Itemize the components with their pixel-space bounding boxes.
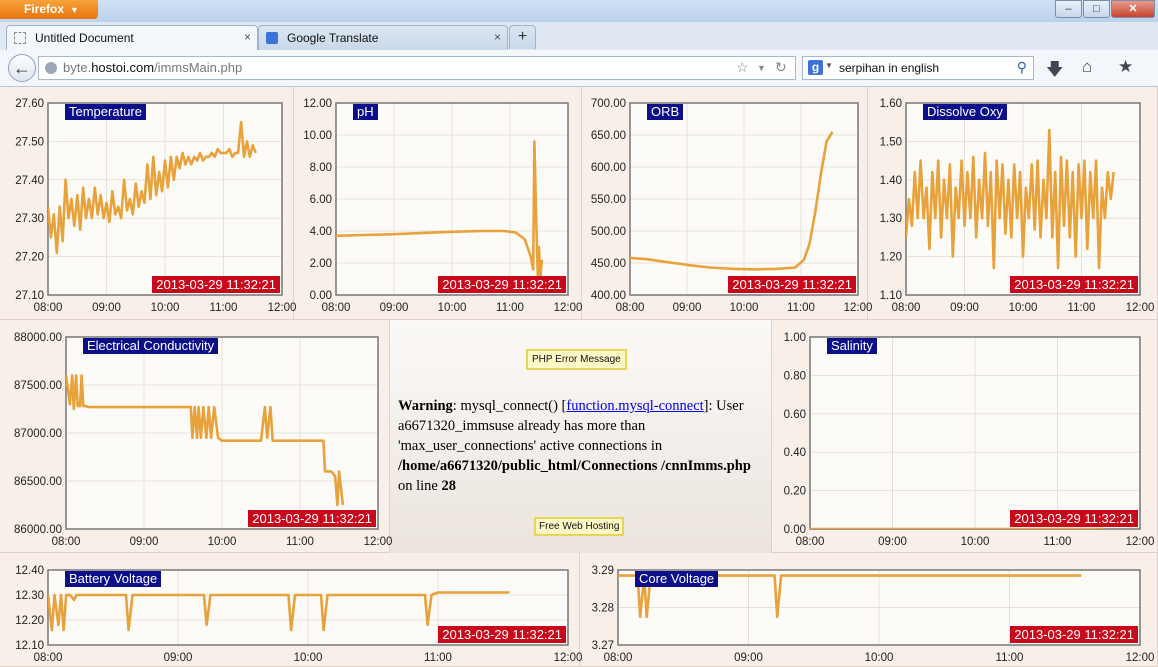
url-prefix: byte.: [63, 60, 92, 75]
search-engine-dropdown-icon[interactable]: ▼: [825, 61, 833, 70]
bookmarks-menu-icon[interactable]: ★: [1118, 57, 1133, 77]
core-voltage-x-tick-label: 12:00: [1126, 652, 1155, 664]
window-titlebar: Firefox ▼ – □ ✕: [0, 0, 1158, 22]
maximize-button[interactable]: □: [1083, 0, 1110, 18]
download-arrow-icon[interactable]: 🡇: [1046, 57, 1063, 86]
tab-strip: Untitled Document × Google Translate × +: [0, 22, 1158, 50]
back-button[interactable]: ←: [8, 54, 36, 82]
core-voltage-y-tick-label: 3.27: [592, 640, 614, 652]
core-voltage-chart-title: Core Voltage: [635, 571, 719, 587]
url-host: hostoi.com: [91, 60, 155, 75]
blank-page-icon: [14, 32, 26, 44]
core-voltage-timestamp: 2013-03-29 11:32:21: [1010, 626, 1138, 643]
core-voltage-y-tick-label: 3.29: [592, 565, 614, 577]
core-voltage-chart: 3.27 3.28 3.29 08:00 09:00 10:00 11:00 12:00: [592, 565, 1155, 664]
search-bar[interactable]: g ▼ serpihan in english ⚲: [802, 56, 1034, 80]
close-window-button[interactable]: ✕: [1111, 0, 1155, 18]
globe-icon: [45, 62, 57, 74]
core-voltage-y-tick-label: 3.28: [592, 603, 614, 615]
firefox-menu-label: Firefox: [24, 2, 65, 16]
tab-label: Untitled Document: [35, 31, 134, 45]
tab-google-translate[interactable]: Google Translate ×: [258, 25, 508, 50]
minimize-button[interactable]: –: [1055, 0, 1082, 18]
tab-untitled-document[interactable]: Untitled Document ×: [6, 25, 258, 50]
core-voltage-x-tick-label: 10:00: [865, 652, 894, 664]
reload-icon[interactable]: ↻: [775, 59, 787, 76]
home-icon[interactable]: ⌂: [1082, 57, 1092, 77]
history-dropdown-icon[interactable]: ▼: [757, 63, 766, 73]
bookmark-star-icon[interactable]: ☆: [736, 59, 749, 76]
search-input[interactable]: serpihan in english: [839, 61, 939, 75]
url-bar[interactable]: byte.hostoi.com/immsMain.php ☆ ▼ ↻: [38, 56, 796, 80]
firefox-menu-button[interactable]: Firefox ▼: [0, 0, 98, 19]
tab-label: Google Translate: [287, 31, 379, 45]
magnifier-icon[interactable]: ⚲: [1017, 59, 1027, 76]
new-tab-button[interactable]: +: [509, 25, 536, 49]
page-content: PHP Error Message Warning: mysql_connect…: [0, 87, 1158, 667]
navigation-toolbar: ← byte.hostoi.com/immsMain.php ☆ ▼ ↻ g ▼…: [0, 50, 1158, 87]
core-voltage-x-tick-label: 09:00: [734, 652, 763, 664]
chevron-down-icon: ▼: [70, 5, 79, 15]
tab-close-icon[interactable]: ×: [494, 30, 501, 44]
core-voltage-x-tick-label: 08:00: [604, 652, 633, 664]
google-icon[interactable]: g: [808, 60, 823, 75]
google-translate-icon: [266, 32, 278, 44]
url-path: /immsMain.php: [154, 60, 243, 75]
tab-close-icon[interactable]: ×: [244, 30, 251, 44]
core-voltage-x-tick-label: 11:00: [996, 652, 1024, 664]
